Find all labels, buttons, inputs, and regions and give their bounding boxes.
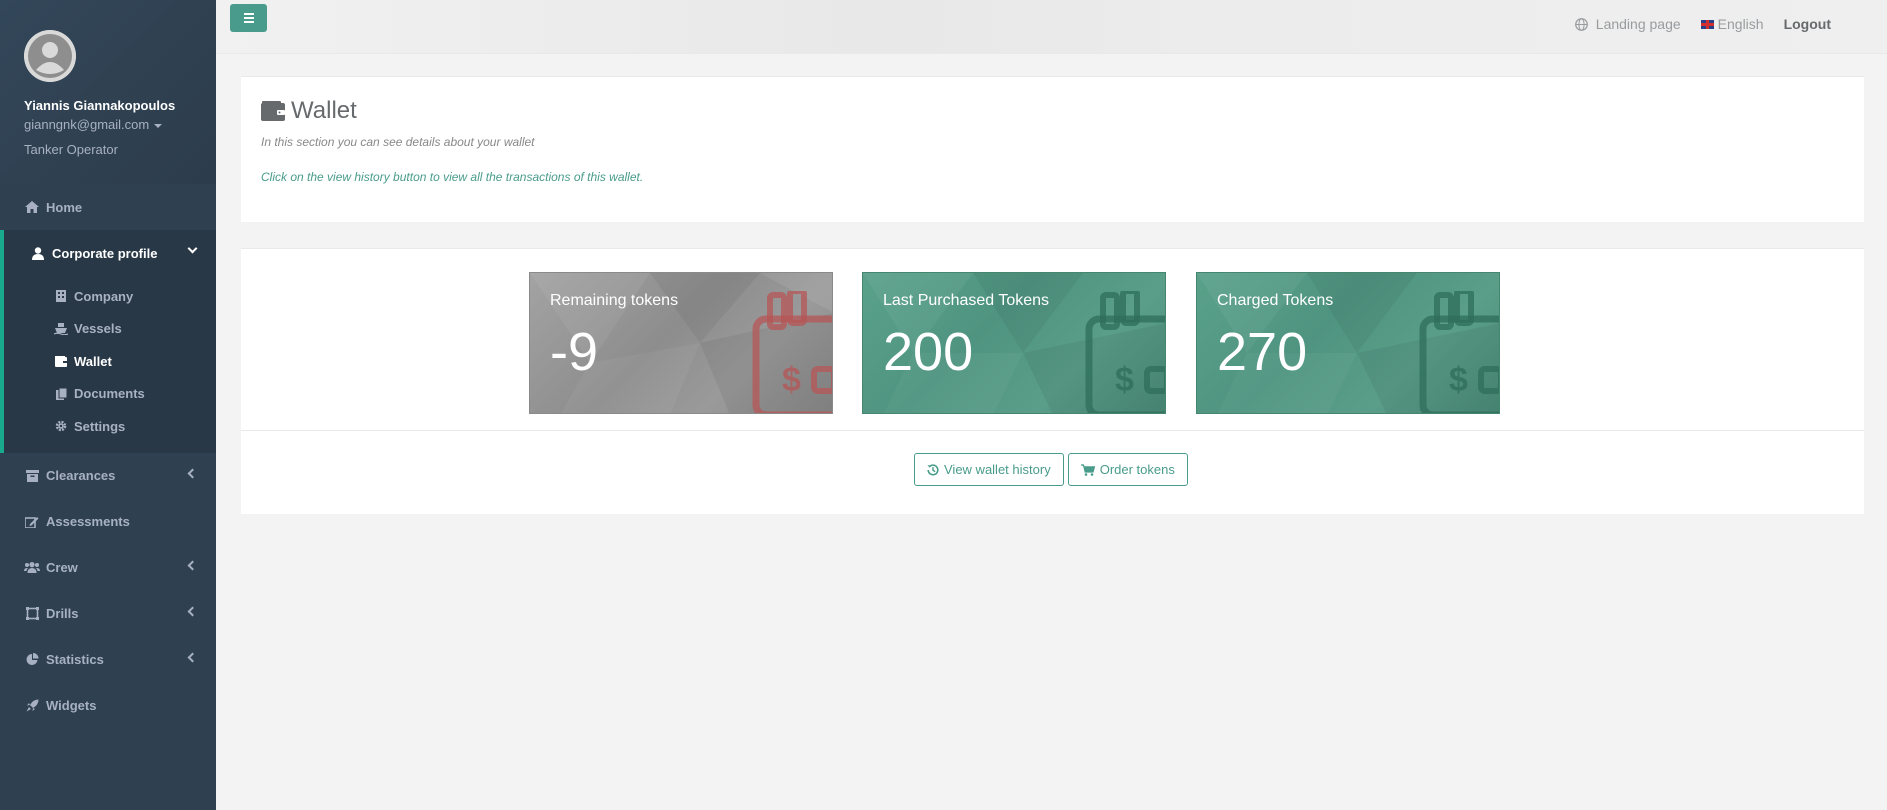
- logout-link[interactable]: Logout: [1784, 16, 1831, 32]
- sidebar-item-label: Settings: [74, 418, 126, 434]
- wallet-icon: [54, 354, 68, 368]
- rocket-icon: [24, 698, 40, 714]
- landing-page-label: Landing page: [1595, 16, 1681, 32]
- home-icon: [24, 199, 40, 215]
- sidebar-item-label: Company: [74, 288, 134, 304]
- chevron-left-icon: [187, 468, 198, 478]
- hamburger-icon-line: [243, 17, 254, 19]
- sidebar-item-statistics[interactable]: Statistics: [0, 637, 216, 683]
- svg-text:$: $: [1449, 361, 1468, 399]
- card-value: 200: [883, 322, 974, 382]
- button-label: View wallet history: [944, 462, 1051, 477]
- wallet-icon: [261, 101, 285, 121]
- sidebar-item-settings[interactable]: Settings: [4, 410, 216, 443]
- submenu-corporate-profile: Company Vessels Wallet Documents Setting…: [0, 276, 216, 453]
- remaining-tokens-card: $ Remaining tokens -9: [529, 272, 833, 414]
- building-icon: [54, 289, 68, 303]
- wallet-dollar-icon: $: [752, 291, 832, 413]
- user-icon: [30, 245, 46, 261]
- card-value: 270: [1217, 322, 1308, 382]
- sidebar-item-wallet[interactable]: Wallet: [4, 345, 216, 378]
- sidebar-item-label: Wallet: [74, 353, 112, 369]
- language-label: English: [1717, 16, 1764, 32]
- history-icon: [927, 463, 939, 476]
- page-title-row: Wallet: [261, 97, 357, 125]
- files-icon: [54, 387, 68, 401]
- sidebar-item-label: Drills: [46, 606, 79, 621]
- language-selector[interactable]: English: [1700, 16, 1764, 32]
- sidebar-item-home[interactable]: Home: [0, 184, 216, 230]
- sidebar-item-label: Documents: [74, 386, 145, 402]
- page-subtitle: In this section you can see details abou…: [261, 135, 535, 149]
- sidebar-item-documents[interactable]: Documents: [4, 378, 216, 411]
- profile-panel: Yiannis Giannakopoulos gianngnk@gmail.co…: [0, 0, 216, 184]
- page-title: Wallet: [291, 97, 357, 124]
- card-label: Remaining tokens: [550, 292, 679, 309]
- sidebar-item-label: Home: [46, 199, 83, 215]
- object-group-icon: [24, 606, 40, 622]
- chevron-down-icon: [187, 243, 198, 254]
- sidebar-item-label: Crew: [46, 560, 78, 575]
- profile-email: gianngnk@gmail.com: [24, 117, 150, 132]
- gear-icon: [54, 419, 68, 433]
- sidebar-item-label: Widgets: [46, 698, 97, 713]
- sidebar-item-vessels[interactable]: Vessels: [4, 313, 216, 346]
- archive-icon: [24, 468, 40, 484]
- order-tokens-button[interactable]: Order tokens: [1067, 453, 1188, 486]
- sidebar-item-assessments[interactable]: Assessments: [0, 499, 216, 545]
- ship-icon: [54, 322, 68, 336]
- wallet-stats-panel: $ Remaining tokens -9 $ Last Purchased T…: [241, 248, 1864, 514]
- sidebar: Yiannis Giannakopoulos gianngnk@gmail.co…: [0, 0, 216, 810]
- button-label: Order tokens: [1099, 462, 1175, 477]
- hamburger-icon-line: [243, 21, 254, 23]
- profile-name: Yiannis Giannakopoulos: [24, 98, 176, 113]
- svg-text:$: $: [782, 361, 801, 399]
- user-avatar-icon: [24, 30, 76, 82]
- sidebar-item-widgets[interactable]: Widgets: [0, 683, 216, 729]
- card-value: -9: [550, 322, 599, 382]
- hamburger-icon: [243, 13, 254, 15]
- last-purchased-tokens-card: $ Last Purchased Tokens 200: [862, 272, 1166, 414]
- page-hint: Click on the view history button to view…: [261, 170, 644, 184]
- profile-email-dropdown[interactable]: gianngnk@gmail.com: [24, 117, 192, 132]
- chevron-left-icon: [187, 652, 198, 662]
- charged-tokens-card: $ Charged Tokens 270: [1196, 272, 1500, 414]
- shopping-cart-icon: [1080, 463, 1095, 476]
- profile-role: Tanker Operator: [24, 142, 118, 157]
- card-label: Last Purchased Tokens: [883, 292, 1050, 309]
- landing-page-link[interactable]: Landing page: [1574, 16, 1681, 32]
- globe-icon: [1574, 17, 1588, 31]
- sidebar-item-clearances[interactable]: Clearances: [0, 453, 216, 499]
- sidebar-item-company[interactable]: Company: [4, 280, 216, 313]
- top-nav-links: Landing page English Logout: [1574, 16, 1831, 32]
- menu-toggle-button[interactable]: [230, 4, 267, 32]
- sidebar-item-label: Statistics: [46, 652, 104, 667]
- wallet-dollar-icon: $: [1419, 291, 1499, 413]
- card-label: Charged Tokens: [1217, 292, 1334, 309]
- sidebar-item-label: Assessments: [46, 514, 130, 529]
- users-icon: [24, 560, 40, 576]
- sidebar-item-label: Clearances: [46, 468, 116, 483]
- avatar[interactable]: [24, 30, 76, 82]
- sidebar-item-corporate-profile[interactable]: Corporate profile: [0, 230, 216, 276]
- wallet-header-panel: Wallet In this section you can see detai…: [241, 76, 1864, 222]
- sidebar-item-drills[interactable]: Drills: [0, 591, 216, 637]
- wallet-dollar-icon: $: [1085, 291, 1165, 413]
- sidebar-item-label: Corporate profile: [52, 245, 158, 261]
- chevron-left-icon: [187, 606, 198, 616]
- svg-text:$: $: [1115, 361, 1134, 399]
- sidebar-item-crew[interactable]: Crew: [0, 545, 216, 591]
- pie-chart-icon: [24, 652, 40, 668]
- edit-icon: [24, 514, 40, 530]
- caret-down-icon: [154, 123, 163, 128]
- divider: [241, 430, 1864, 431]
- uk-flag-icon: [1700, 19, 1714, 29]
- wallet-actions: View wallet history Order tokens: [914, 453, 1188, 486]
- view-wallet-history-button[interactable]: View wallet history: [914, 453, 1064, 486]
- sidebar-item-label: Vessels: [74, 321, 122, 337]
- chevron-left-icon: [187, 560, 198, 570]
- top-navbar: Landing page English Logout: [216, 0, 1887, 54]
